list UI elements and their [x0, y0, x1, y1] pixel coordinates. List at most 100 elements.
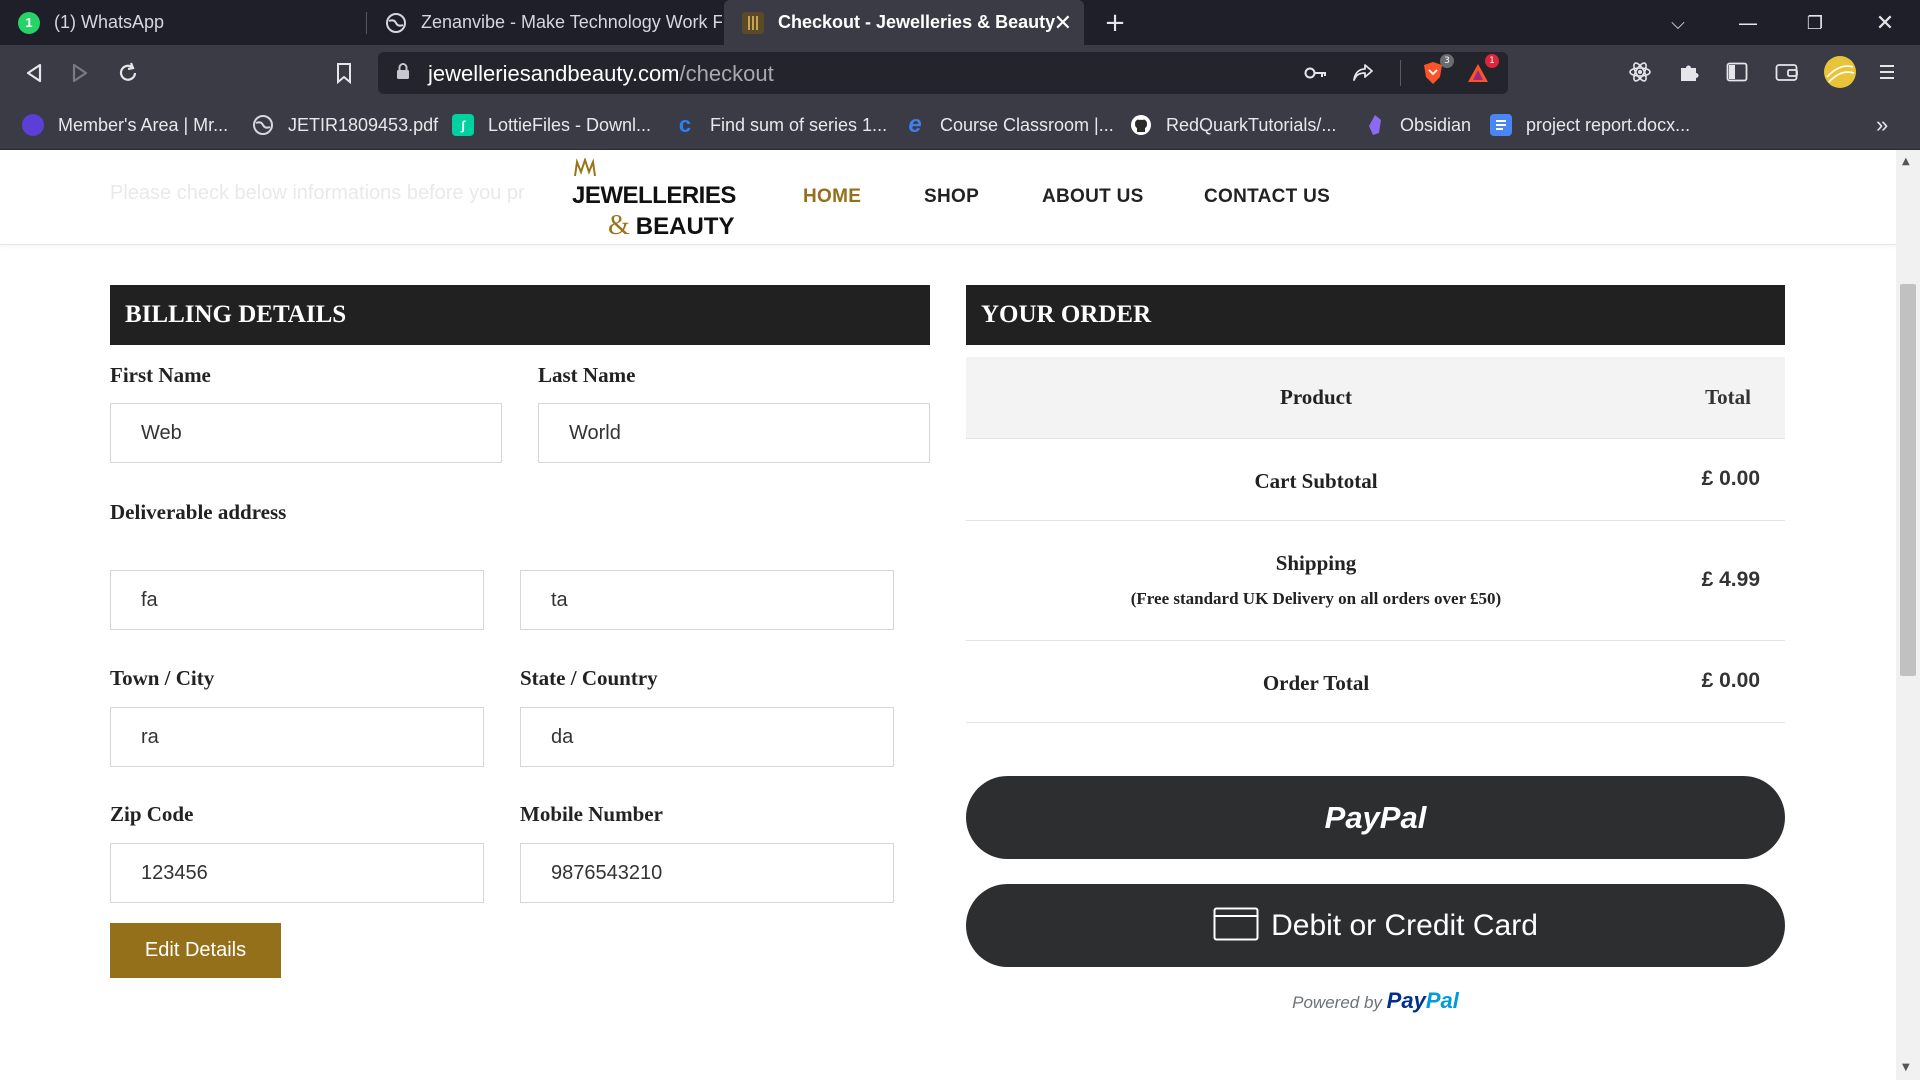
- billing-heading: BILLING DETAILS: [110, 285, 930, 345]
- nav-contact-us[interactable]: CONTACT US: [1204, 186, 1330, 208]
- browser-toolbar: jewelleriesandbeauty.com/checkout 3 1: [0, 45, 1920, 100]
- bookmark-item[interactable]: Obsidian: [1364, 110, 1471, 140]
- scroll-up-icon[interactable]: ▲: [1902, 156, 1910, 167]
- minimize-icon[interactable]: —: [1733, 8, 1763, 38]
- tab-zenanvibe[interactable]: Zenanvibe - Make Technology Work For: [367, 0, 722, 45]
- product-column-header: Product: [1280, 385, 1352, 409]
- bookmark-label: Find sum of series 1...: [710, 114, 888, 135]
- key-icon[interactable]: [1301, 58, 1331, 88]
- tab-search-icon[interactable]: ⌵: [1663, 8, 1693, 38]
- bookmark-item[interactable]: project report.docx...: [1490, 110, 1690, 140]
- address-bar[interactable]: jewelleriesandbeauty.com/checkout 3 1: [378, 52, 1508, 94]
- town-field[interactable]: [110, 707, 484, 767]
- react-devtools-icon[interactable]: [1625, 57, 1655, 87]
- extensions-icon[interactable]: [1674, 57, 1704, 87]
- edit-details-button[interactable]: Edit Details: [110, 923, 281, 978]
- bookmark-label: Course Classroom |...: [940, 114, 1114, 135]
- site-logo[interactable]: JEWELLERIES & BEAUTY: [570, 156, 750, 241]
- brave-shields-icon[interactable]: 3: [1418, 54, 1454, 88]
- first-name-label: First Name: [110, 363, 211, 387]
- bookmark-item[interactable]: Member's Area | Mr...: [22, 110, 228, 140]
- card-payment-label: Debit or Credit Card: [1271, 908, 1538, 942]
- lottie-icon: ʃ: [452, 114, 474, 136]
- e-icon: e: [908, 111, 922, 138]
- docs-icon: [1490, 114, 1512, 136]
- state-label: State / Country: [520, 666, 658, 690]
- bookmark-item[interactable]: JETIR1809453.pdf: [252, 110, 438, 140]
- order-total-label: Order Total: [1262, 671, 1370, 695]
- brave-rewards-icon[interactable]: 1: [1463, 54, 1499, 88]
- lock-icon: [396, 62, 410, 84]
- page-scrollbar[interactable]: ▲ ▼: [1896, 150, 1920, 1080]
- site-favicon: [742, 11, 764, 34]
- order-table-header: Product Total: [966, 357, 1785, 439]
- bookmark-label: RedQuarkTutorials/...: [1166, 114, 1337, 135]
- crown-icon: [572, 156, 598, 182]
- close-tab-icon[interactable]: ✕: [1054, 10, 1072, 36]
- bookmark-item[interactable]: ʃ LottieFiles - Downl...: [452, 110, 651, 140]
- new-tab-button[interactable]: +: [1100, 8, 1130, 38]
- total-column-header: Total: [1705, 385, 1751, 409]
- restore-icon[interactable]: ❐: [1800, 8, 1830, 38]
- paypal-label: PayPal: [1324, 799, 1427, 835]
- nav-about-us[interactable]: ABOUT US: [1042, 186, 1144, 208]
- paypal-button[interactable]: PayPal: [966, 776, 1785, 859]
- reload-icon[interactable]: [112, 57, 144, 89]
- forward-icon[interactable]: [64, 57, 96, 89]
- subtotal-row: Cart Subtotal £ 0.00: [966, 439, 1785, 521]
- rewards-count-badge: 1: [1485, 54, 1499, 68]
- github-icon: [1130, 114, 1152, 136]
- last-name-label: Last Name: [538, 363, 636, 387]
- bookmark-item[interactable]: e Course Classroom |...: [904, 110, 1114, 140]
- order-total-row: Order Total £ 0.00: [966, 641, 1785, 723]
- nav-shop[interactable]: SHOP: [924, 186, 979, 208]
- bookmark-label: LottieFiles - Downl...: [488, 114, 652, 135]
- page-viewport: Please check below informations before y…: [0, 150, 1896, 1080]
- tab-title: Zenanvibe - Make Technology Work For: [421, 12, 722, 32]
- back-icon[interactable]: [18, 57, 50, 89]
- bookmark-label: project report.docx...: [1526, 114, 1691, 135]
- scrollbar-thumb[interactable]: [1900, 284, 1916, 676]
- shipping-note: (Free standard UK Delivery on all orders…: [1130, 589, 1502, 608]
- logo-line2: & BEAUTY: [608, 210, 735, 241]
- last-name-field[interactable]: [538, 403, 930, 463]
- tab-checkout[interactable]: Checkout - Jewelleries & Beauty ✕: [724, 0, 1084, 45]
- obsidian-icon: [1364, 114, 1386, 136]
- scroll-down-icon[interactable]: ▼: [1902, 1062, 1910, 1073]
- card-payment-button[interactable]: Debit or Credit Card: [966, 884, 1785, 967]
- bookmark-item[interactable]: RedQuarkTutorials/...: [1130, 110, 1336, 140]
- zip-field[interactable]: [110, 843, 484, 903]
- site-header: Please check below informations before y…: [0, 150, 1896, 245]
- first-name-field[interactable]: [110, 403, 502, 463]
- address-label: Deliverable address: [110, 500, 287, 524]
- tab-title: (1) WhatsApp: [54, 12, 165, 32]
- c-icon: c: [678, 112, 692, 137]
- shipping-row: Shipping (Free standard UK Delivery on a…: [966, 521, 1785, 641]
- address-line1-field[interactable]: [110, 570, 484, 630]
- close-window-icon[interactable]: ✕: [1870, 8, 1900, 38]
- shipping-value: £ 4.99: [1701, 568, 1760, 591]
- whatsapp-icon: 1: [18, 11, 40, 34]
- address-line2-field[interactable]: [520, 570, 894, 630]
- order-heading: YOUR ORDER: [966, 285, 1785, 345]
- globe-icon: [252, 114, 274, 136]
- browser-tab-bar: 1 (1) WhatsApp Zenanvibe - Make Technolo…: [0, 0, 1920, 45]
- bookmark-item[interactable]: c Find sum of series 1...: [674, 110, 887, 140]
- profile-avatar[interactable]: [1823, 55, 1857, 89]
- shields-count-badge: 3: [1440, 54, 1454, 68]
- state-field[interactable]: [520, 707, 894, 767]
- subtotal-value: £ 0.00: [1701, 467, 1760, 490]
- powered-by-paypal: Powered by PayPal: [1292, 988, 1459, 1013]
- wallet-icon[interactable]: [1772, 57, 1802, 87]
- divider: [1400, 60, 1401, 86]
- more-bookmarks-icon[interactable]: »: [1876, 110, 1888, 140]
- order-total-value: £ 0.00: [1701, 669, 1760, 692]
- nav-home[interactable]: HOME: [803, 186, 861, 208]
- bookmark-icon[interactable]: [328, 57, 360, 89]
- mobile-field[interactable]: [520, 843, 894, 903]
- share-icon[interactable]: [1348, 58, 1378, 88]
- menu-icon[interactable]: [1872, 57, 1902, 87]
- tab-whatsapp[interactable]: 1 (1) WhatsApp: [0, 0, 365, 45]
- sidebar-icon[interactable]: [1722, 57, 1752, 87]
- tab-title: Checkout - Jewelleries & Beauty: [778, 12, 1056, 32]
